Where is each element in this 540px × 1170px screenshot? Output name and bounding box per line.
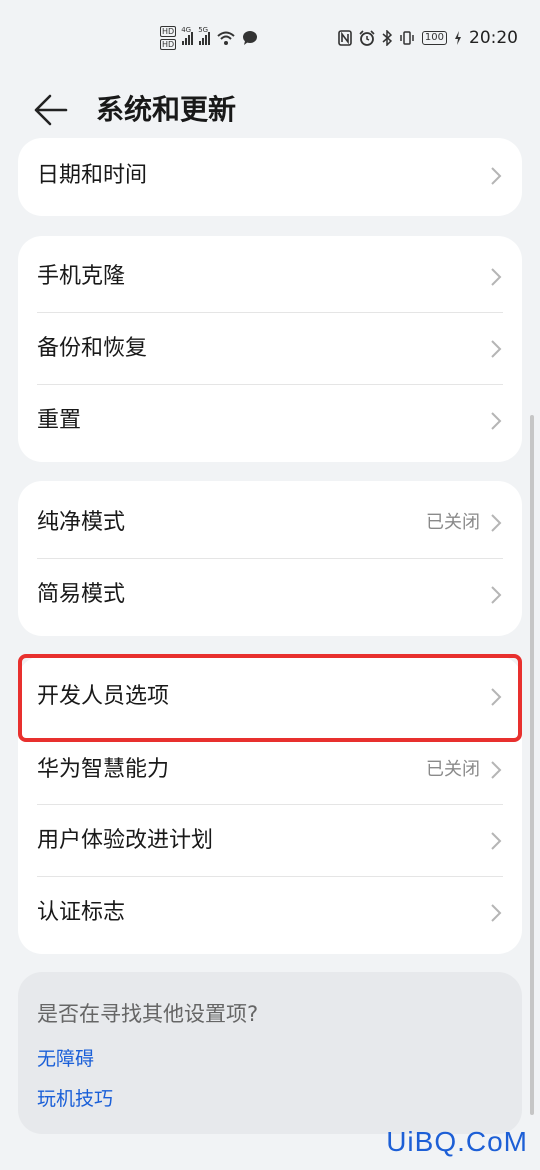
page-title: 系统和更新 bbox=[96, 93, 237, 126]
chevron-right-icon bbox=[491, 832, 502, 850]
row-label: 纯净模式 bbox=[37, 510, 126, 535]
alarm-icon bbox=[359, 30, 375, 46]
hd-indicators: HD HD bbox=[160, 26, 177, 50]
row-status-value: 已关闭 bbox=[426, 512, 480, 533]
back-arrow-icon bbox=[34, 94, 68, 126]
row-certification[interactable]: 认证标志 bbox=[18, 877, 522, 949]
status-right: 100 20:20 bbox=[338, 28, 518, 48]
chevron-right-icon bbox=[491, 514, 502, 532]
row-reset[interactable]: 重置 bbox=[18, 385, 522, 457]
row-status-value: 已关闭 bbox=[426, 759, 480, 780]
wifi-icon bbox=[217, 31, 235, 45]
row-backup-restore[interactable]: 备份和恢复 bbox=[18, 313, 522, 385]
signal-5g-icon: 5G bbox=[198, 26, 211, 45]
hd-2-icon: HD bbox=[160, 39, 177, 50]
message-icon bbox=[243, 31, 258, 45]
clock: 20:20 bbox=[469, 28, 518, 48]
watermark-logo: UiBQ.CoM bbox=[386, 1126, 528, 1157]
suggestion-card: 是否在寻找其他设置项? 无障碍 玩机技巧 bbox=[18, 972, 522, 1134]
row-label: 备份和恢复 bbox=[37, 336, 148, 361]
chevron-right-icon bbox=[491, 268, 502, 286]
row-label: 重置 bbox=[37, 408, 82, 433]
status-bar: HD HD 4G 5G 100 20:20 bbox=[0, 0, 540, 80]
row-label: 用户体验改进计划 bbox=[37, 828, 214, 853]
chevron-right-icon bbox=[491, 412, 502, 430]
row-phone-clone[interactable]: 手机克隆 bbox=[18, 241, 522, 313]
chevron-right-icon bbox=[491, 167, 502, 185]
settings-group-1: 日期和时间 bbox=[18, 138, 522, 216]
row-label: 日期和时间 bbox=[37, 163, 148, 188]
chevron-right-icon bbox=[491, 761, 502, 779]
scrollbar[interactable] bbox=[530, 415, 534, 1115]
settings-group-2: 手机克隆 备份和恢复 重置 bbox=[18, 236, 522, 462]
chevron-right-icon bbox=[491, 340, 502, 358]
row-label: 华为智慧能力 bbox=[37, 757, 170, 782]
settings-group-3: 纯净模式 已关闭 简易模式 bbox=[18, 481, 522, 636]
row-label: 手机克隆 bbox=[37, 264, 126, 289]
row-pure-mode[interactable]: 纯净模式 已关闭 bbox=[18, 487, 522, 559]
row-simple-mode[interactable]: 简易模式 bbox=[18, 559, 522, 631]
back-button[interactable] bbox=[32, 90, 76, 130]
vibrate-icon bbox=[400, 31, 414, 45]
hd-1-icon: HD bbox=[160, 26, 177, 37]
row-user-experience[interactable]: 用户体验改进计划 bbox=[18, 805, 522, 877]
highlight-box bbox=[18, 654, 522, 742]
link-accessibility[interactable]: 无障碍 bbox=[37, 1044, 94, 1071]
link-tips[interactable]: 玩机技巧 bbox=[37, 1084, 113, 1111]
row-date-time[interactable]: 日期和时间 bbox=[18, 140, 522, 212]
signal-4g-icon: 4G bbox=[181, 26, 194, 45]
row-huawei-intelligence[interactable]: 华为智慧能力 已关闭 bbox=[18, 734, 522, 806]
bluetooth-icon bbox=[382, 30, 392, 46]
row-label: 简易模式 bbox=[37, 582, 126, 607]
battery-icon: 100 bbox=[421, 31, 447, 45]
status-left: HD HD 4G 5G bbox=[160, 26, 258, 50]
app-header: 系统和更新 bbox=[0, 80, 540, 140]
charging-icon bbox=[455, 31, 461, 45]
chevron-right-icon bbox=[491, 586, 502, 604]
nfc-icon bbox=[338, 30, 352, 46]
row-label: 认证标志 bbox=[37, 900, 126, 925]
suggestion-title: 是否在寻找其他设置项? bbox=[37, 1002, 259, 1026]
chevron-right-icon bbox=[491, 904, 502, 922]
